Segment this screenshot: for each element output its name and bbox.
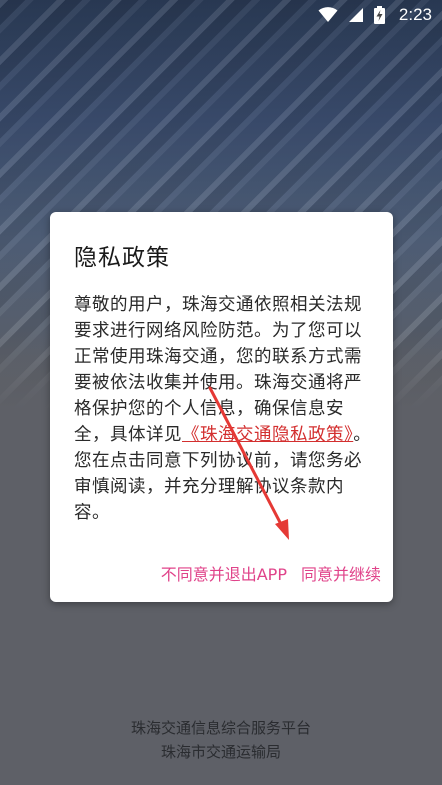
- cellular-signal-icon: [348, 7, 364, 23]
- wifi-icon: [318, 7, 338, 23]
- body-text-end: 。: [353, 425, 372, 445]
- body-text-consent: 您在点击同意下列协议前，请您务必审慎阅读，并充分理解协议条款内容。: [74, 451, 362, 523]
- footer: 珠海交通信息综合服务平台 珠海市交通运输局: [0, 716, 442, 764]
- status-bar: 2:23: [0, 0, 442, 30]
- decline-exit-button[interactable]: 不同意并退出APP: [161, 561, 287, 585]
- privacy-policy-link[interactable]: 《珠海交通隐私政策》: [182, 425, 353, 445]
- body-text: 尊敬的用户，珠海交通依照相关法规要求进行网络风险防范。为了您可以正常使用珠海交通…: [74, 295, 362, 445]
- dialog-title: 隐私政策: [74, 245, 170, 271]
- battery-charging-icon: [373, 6, 385, 24]
- dialog-body: 尊敬的用户，珠海交通依照相关法规要求进行网络风险防范。为了您可以正常使用珠海交通…: [74, 292, 374, 526]
- status-time: 2:23: [398, 5, 432, 24]
- accept-continue-button[interactable]: 同意并继续: [301, 561, 381, 585]
- privacy-policy-dialog: 隐私政策 尊敬的用户，珠海交通依照相关法规要求进行网络风险防范。为了您可以正常使…: [50, 212, 393, 602]
- footer-agency-name: 珠海市交通运输局: [160, 743, 281, 761]
- dialog-actions: 不同意并退出APP 同意并继续: [161, 561, 381, 585]
- footer-platform-name: 珠海交通信息综合服务平台: [130, 719, 311, 737]
